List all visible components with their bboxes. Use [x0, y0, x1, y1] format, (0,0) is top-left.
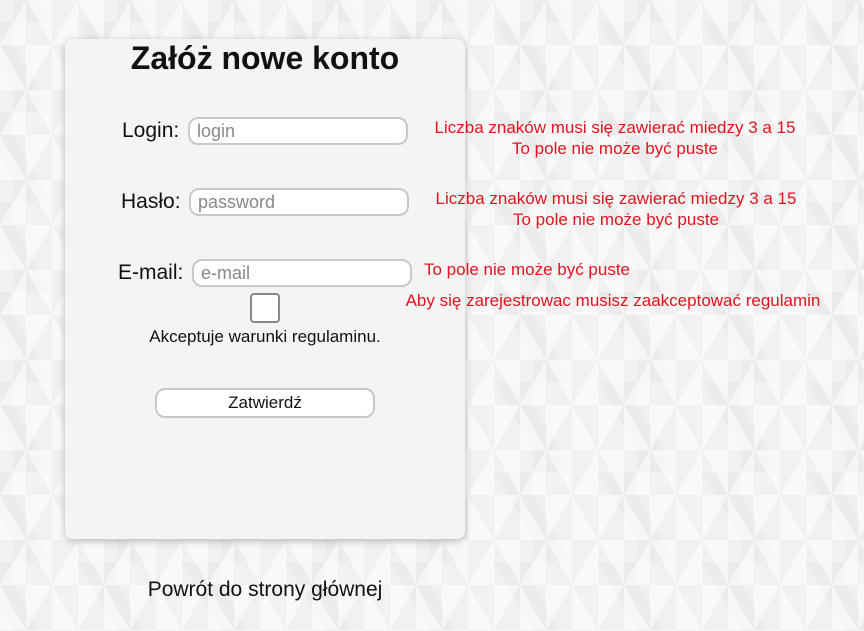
page-title: Załóż nowe konto	[130, 40, 400, 76]
back-to-home-link[interactable]: Powrót do strony głównej	[130, 578, 400, 602]
registration-panel	[65, 39, 465, 539]
password-error-length: Liczba znaków musi się zawierać miedzy 3…	[435, 189, 797, 208]
email-input[interactable]	[192, 259, 412, 287]
email-error-empty: To pole nie może być puste	[424, 260, 631, 279]
password-label: Hasło:	[121, 190, 181, 213]
email-label: E-mail:	[118, 261, 184, 284]
login-error-empty: To pole nie może być puste	[511, 139, 718, 158]
password-input[interactable]	[189, 188, 409, 216]
login-error-length: Liczba znaków musi się zawierać miedzy 3…	[434, 118, 796, 137]
submit-button[interactable]: Zatwierdź	[155, 388, 375, 418]
terms-label: Akceptuje warunki regulaminu.	[149, 327, 381, 346]
password-error-empty: To pole nie może być puste	[512, 210, 719, 229]
login-input[interactable]	[188, 117, 408, 145]
terms-error: Aby się zarejestrowac musisz zaakceptowa…	[405, 291, 821, 310]
terms-checkbox[interactable]	[250, 293, 280, 323]
login-label: Login:	[122, 119, 180, 142]
